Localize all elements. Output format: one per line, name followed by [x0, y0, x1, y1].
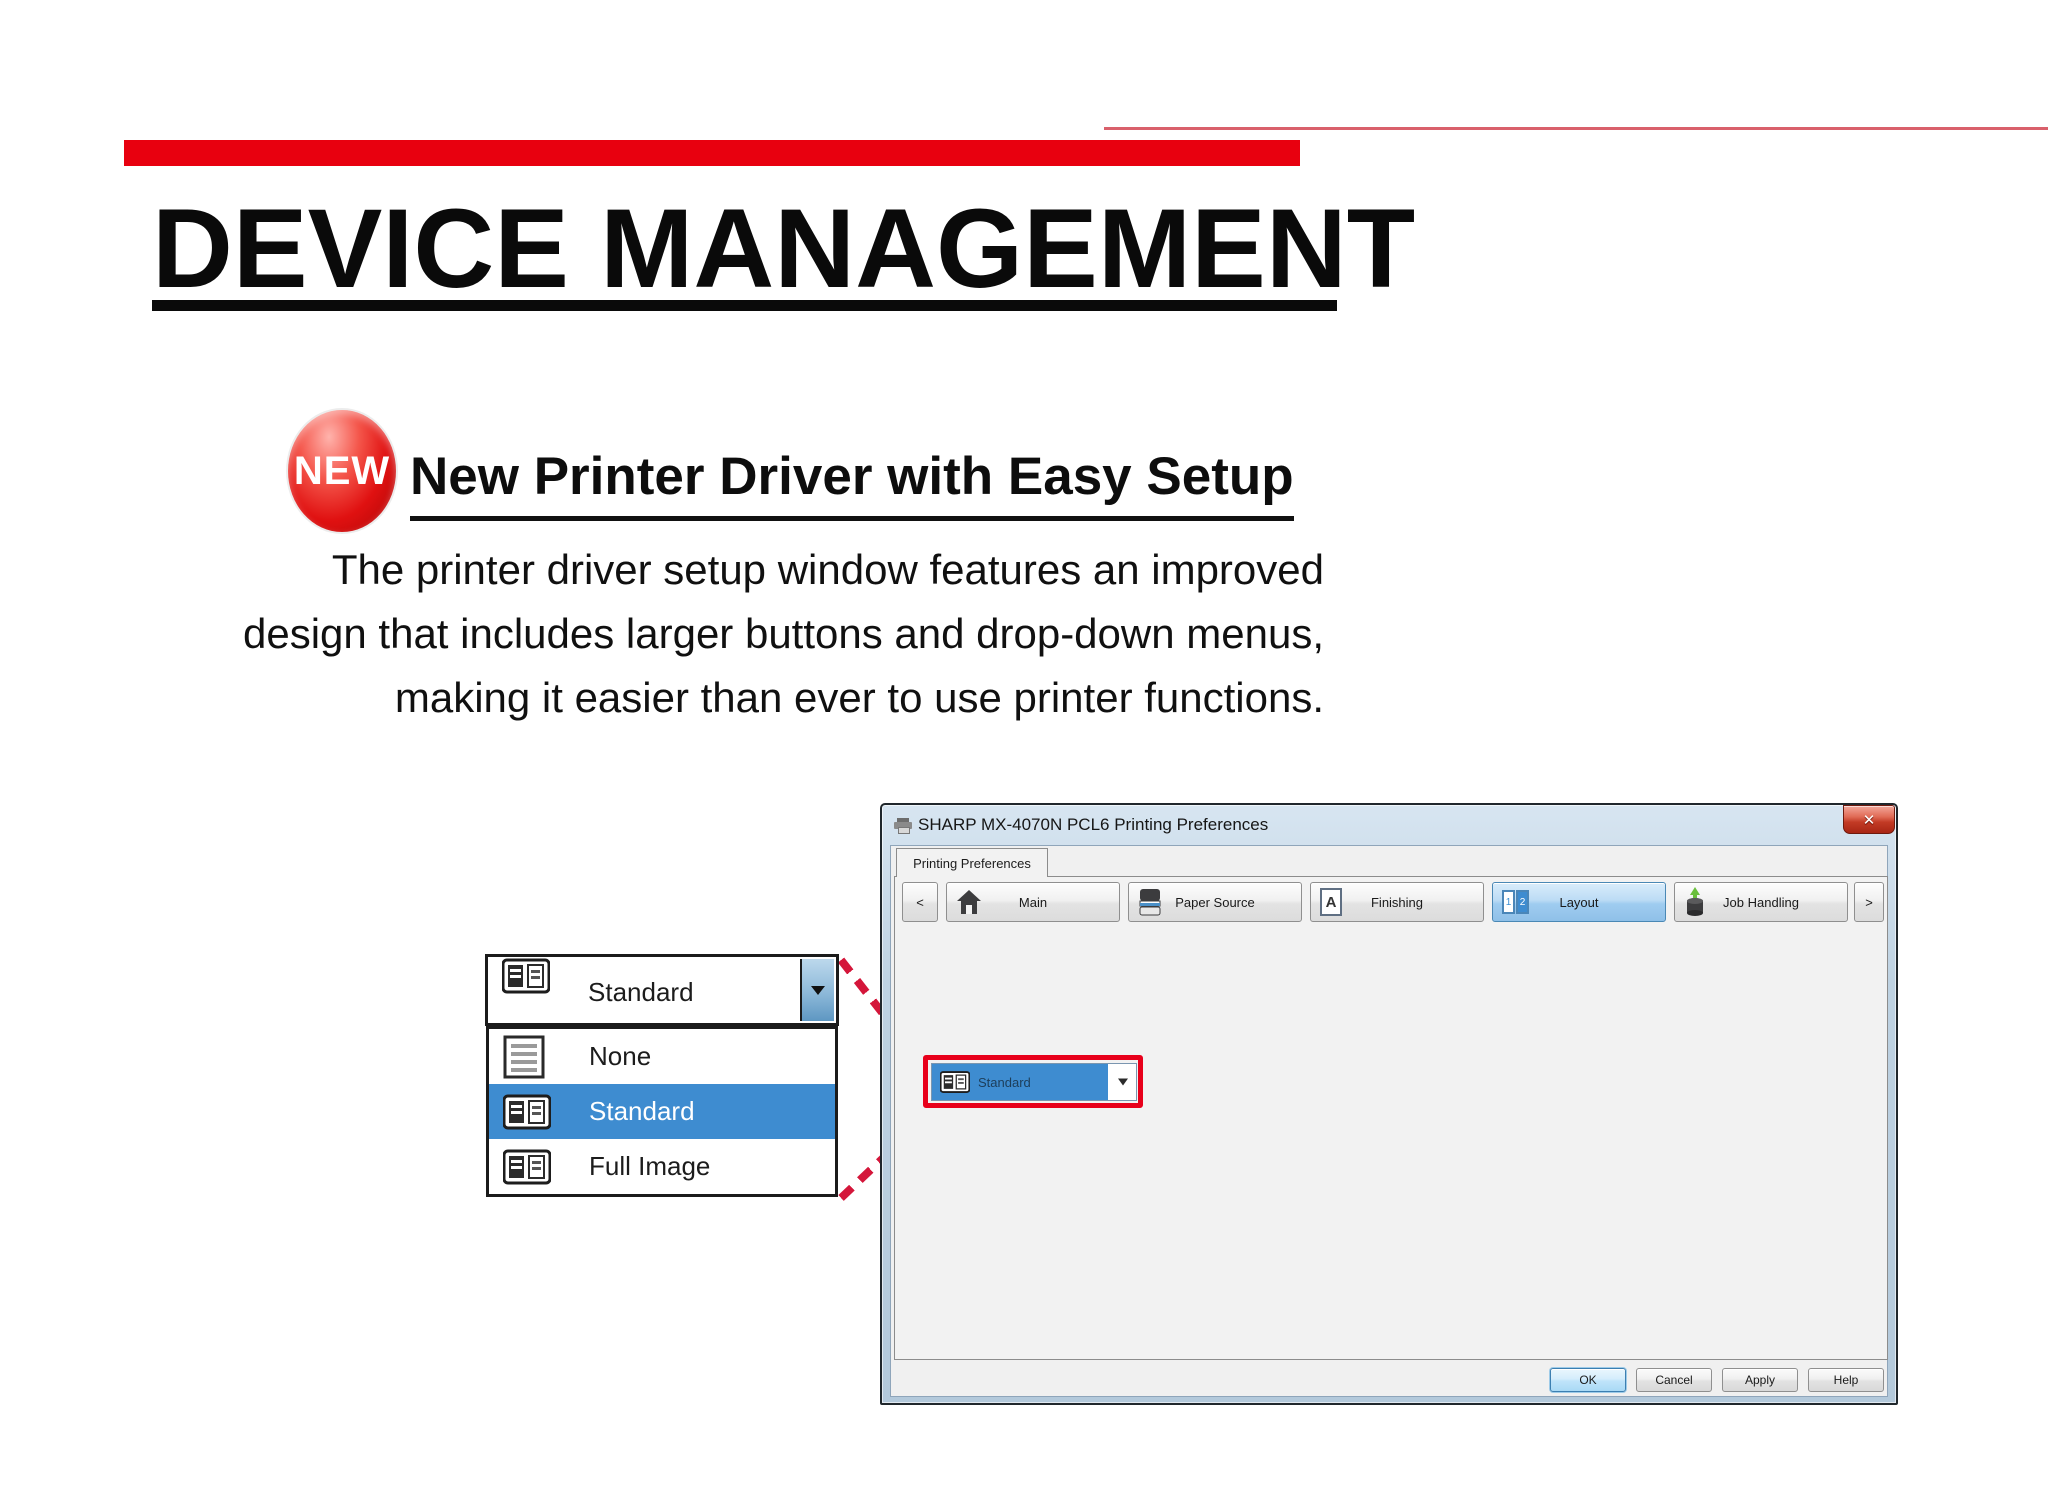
dropdown-option-full-image[interactable]: Full Image	[489, 1139, 835, 1194]
chevron-right-icon: >	[1865, 895, 1873, 910]
new-badge-icon: NEW	[288, 410, 396, 532]
paragraph-line: making it easier than ever to use printe…	[0, 666, 1324, 730]
paper-source-icon	[1138, 888, 1162, 916]
chevron-down-icon	[1118, 1079, 1128, 1086]
scroll-tabs-left-button[interactable]: <	[902, 882, 938, 922]
tab-page-panel	[894, 876, 1888, 1360]
booklet-icon	[940, 1070, 970, 1094]
layout-icon: 1 2	[1502, 890, 1529, 914]
title-red-bar	[124, 140, 1300, 166]
tab-printing-preferences[interactable]: Printing Preferences	[896, 848, 1048, 877]
callout-combo-value: Standard	[588, 977, 694, 1008]
tab-label: Paper Source	[1175, 895, 1255, 910]
booklet-value: Standard	[978, 1075, 1031, 1090]
dropdown-option-label: Full Image	[589, 1151, 710, 1182]
callout-booklet-combobox[interactable]: Standard	[485, 954, 839, 1026]
printing-preferences-window: SHARP MX-4070N PCL6 Printing Preferences…	[880, 803, 1898, 1405]
tab-main[interactable]: Main	[946, 882, 1120, 922]
cancel-button[interactable]: Cancel	[1636, 1368, 1712, 1392]
printer-icon	[894, 818, 912, 832]
page-title: DEVICE MANAGEMENT	[152, 193, 1415, 305]
lined-page-icon	[503, 1035, 545, 1079]
dropdown-option-label: None	[589, 1041, 651, 1072]
paragraph-line: The printer driver setup window features…	[0, 538, 1324, 602]
scroll-tabs-right-button[interactable]: >	[1854, 882, 1884, 922]
callout-dropdown-list: None Standard Full Image	[486, 1026, 838, 1197]
tab-job-handling[interactable]: Job Handling	[1674, 882, 1848, 922]
tab-layout-active[interactable]: 1 2 Layout	[1492, 882, 1666, 922]
close-icon: ✕	[1863, 811, 1876, 829]
help-button[interactable]: Help	[1808, 1368, 1884, 1392]
apply-button[interactable]: Apply	[1722, 1368, 1798, 1392]
page-title-underline	[152, 300, 1337, 311]
home-icon	[956, 889, 982, 915]
ok-button[interactable]: OK	[1550, 1368, 1626, 1392]
close-button[interactable]: ✕	[1843, 805, 1895, 834]
booklet-icon	[503, 1148, 551, 1186]
booklet-icon	[503, 1093, 551, 1131]
booklet-combobox[interactable]: Standard	[931, 1063, 1137, 1101]
tab-finishing[interactable]: A Finishing	[1310, 882, 1484, 922]
new-badge-label: NEW	[294, 449, 390, 494]
booklet-icon	[502, 957, 550, 995]
tab-label: Printing Preferences	[913, 856, 1031, 871]
finishing-icon: A	[1320, 888, 1342, 916]
feature-heading: New Printer Driver with Easy Setup	[410, 446, 1294, 521]
top-thin-rule	[1104, 127, 2048, 130]
slide: DEVICE MANAGEMENT NEW New Printer Driver…	[0, 0, 2048, 1497]
chevron-down-icon	[811, 986, 825, 995]
feature-paragraph: The printer driver setup window features…	[0, 538, 1324, 730]
tab-label: Finishing	[1371, 895, 1423, 910]
tab-paper-source[interactable]: Paper Source	[1128, 882, 1302, 922]
job-handling-icon	[1684, 887, 1706, 917]
tab-label: Job Handling	[1723, 895, 1799, 910]
dropdown-option-none[interactable]: None	[489, 1029, 835, 1084]
window-title: SHARP MX-4070N PCL6 Printing Preferences	[918, 815, 1268, 835]
dropdown-option-standard-selected[interactable]: Standard	[489, 1084, 835, 1139]
tab-label: Layout	[1559, 895, 1598, 910]
paragraph-line: design that includes larger buttons and …	[0, 602, 1324, 666]
callout-dropdown-button[interactable]	[800, 959, 834, 1021]
chevron-left-icon: <	[916, 895, 924, 910]
tab-label: Main	[1019, 895, 1047, 910]
dropdown-option-label: Standard	[589, 1096, 695, 1127]
